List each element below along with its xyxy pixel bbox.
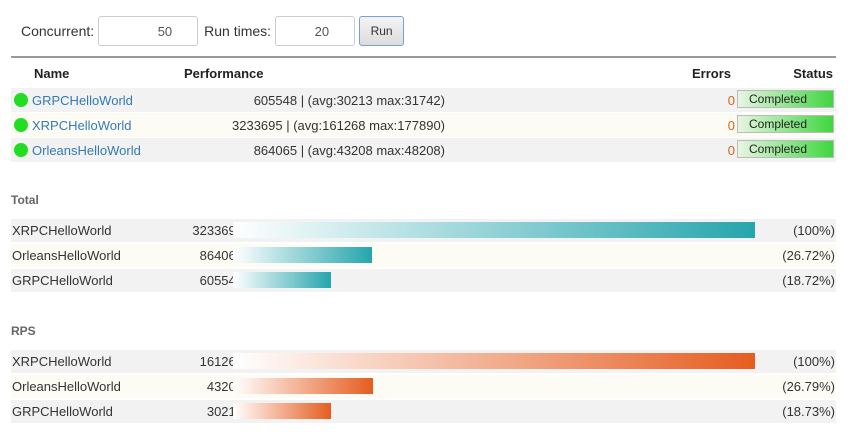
name-column-header: Name xyxy=(34,66,70,81)
total-bar-row: XRPCHelloWorld 3233695 (100%) xyxy=(11,219,836,242)
status-column-header: Status xyxy=(793,66,833,81)
rps-bar-row: XRPCHelloWorld 161268 (100%) xyxy=(11,350,836,373)
table-row: XRPCHelloWorld 3233695 | (avg:161268 max… xyxy=(11,113,836,137)
total-bar-row: GRPCHelloWorld 605548 (18.72%) xyxy=(11,269,836,292)
run-button[interactable]: Run xyxy=(359,16,405,46)
bar-label: OrleansHelloWorld xyxy=(12,379,121,394)
error-count: 0 xyxy=(727,143,735,158)
bar-percent: (100%) xyxy=(793,354,835,369)
rps-section-title: RPS xyxy=(11,324,36,338)
run-controls: Concurrent: Run times: Run xyxy=(21,16,405,46)
rps-bar-row: GRPCHelloWorld 30213 (18.73%) xyxy=(11,400,836,423)
performance-value: 605548 | (avg:30213 max:31742) xyxy=(253,93,445,108)
status-dot-icon xyxy=(14,143,28,157)
bar-percent: (26.72%) xyxy=(782,248,835,263)
table-row: OrleansHelloWorld 864065 | (avg:43208 ma… xyxy=(11,138,836,162)
divider xyxy=(11,56,836,58)
bar-percent: (26.79%) xyxy=(782,379,835,394)
test-name-link[interactable]: OrleansHelloWorld xyxy=(32,143,141,158)
rps-bar xyxy=(233,378,373,394)
bar-percent: (18.73%) xyxy=(782,404,835,419)
total-bar xyxy=(233,272,331,288)
performance-value: 864065 | (avg:43208 max:48208) xyxy=(253,143,445,158)
rps-bar xyxy=(233,353,755,369)
status-badge: Completed xyxy=(737,90,834,108)
total-section-title: Total xyxy=(11,193,39,207)
total-bar xyxy=(233,222,755,238)
bar-label: OrleansHelloWorld xyxy=(12,248,121,263)
bar-label: GRPCHelloWorld xyxy=(12,273,113,288)
total-bar-row: OrleansHelloWorld 864065 (26.72%) xyxy=(11,244,836,267)
error-count: 0 xyxy=(727,93,735,108)
error-count: 0 xyxy=(727,118,735,133)
bar-percent: (100%) xyxy=(793,223,835,238)
status-badge: Completed xyxy=(737,115,834,133)
bar-label: XRPCHelloWorld xyxy=(12,354,112,369)
bar-label: XRPCHelloWorld xyxy=(12,223,112,238)
table-header: Name Performance Errors Status xyxy=(11,62,836,84)
status-dot-icon xyxy=(14,118,28,132)
rps-bar-row: OrleansHelloWorld 43208 (26.79%) xyxy=(11,375,836,398)
bar-label: GRPCHelloWorld xyxy=(12,404,113,419)
status-badge: Completed xyxy=(737,140,834,158)
rps-bar xyxy=(233,403,331,419)
run-times-input[interactable] xyxy=(275,16,356,46)
bar-percent: (18.72%) xyxy=(782,273,835,288)
test-name-link[interactable]: XRPCHelloWorld xyxy=(32,118,131,133)
status-dot-icon xyxy=(14,93,28,107)
run-times-label: Run times: xyxy=(204,23,272,39)
errors-column-header: Errors xyxy=(692,66,732,81)
performance-value: 3233695 | (avg:161268 max:177890) xyxy=(232,118,445,133)
test-name-link[interactable]: GRPCHelloWorld xyxy=(32,93,133,108)
concurrent-label: Concurrent: xyxy=(21,23,95,39)
performance-column-header: Performance xyxy=(184,66,264,81)
table-row: GRPCHelloWorld 605548 | (avg:30213 max:3… xyxy=(11,88,836,112)
concurrent-input[interactable] xyxy=(98,16,199,46)
total-bar xyxy=(233,247,372,263)
